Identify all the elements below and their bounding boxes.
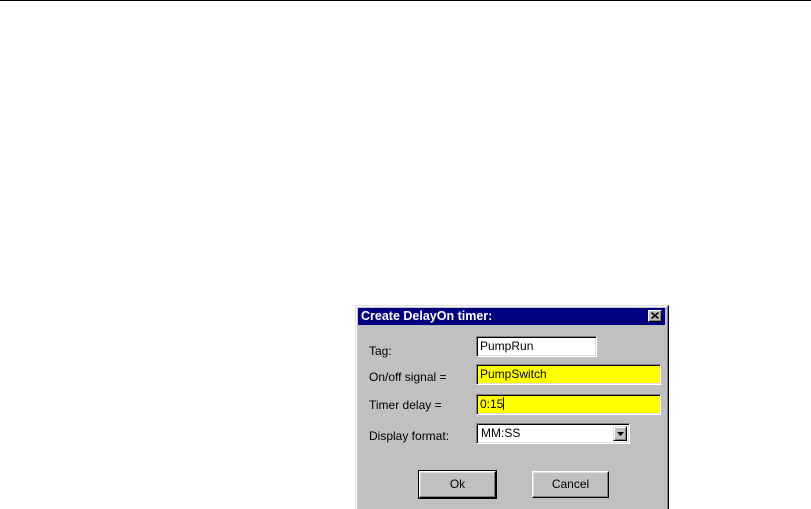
timer-delay-input[interactable]: 0:15 — [476, 394, 661, 415]
close-icon — [651, 312, 659, 319]
onoff-signal-input-value: PumpSwitch — [480, 367, 547, 381]
display-format-label: Display format: — [369, 429, 450, 443]
close-button[interactable] — [648, 310, 662, 322]
top-divider — [0, 0, 811, 1]
display-format-value: MM:SS — [481, 426, 521, 440]
timer-delay-input-value: 0:15 — [480, 397, 504, 411]
display-format-dropdown-button[interactable] — [613, 426, 627, 441]
chevron-down-icon — [617, 432, 624, 436]
cancel-button[interactable]: Cancel — [532, 471, 609, 498]
dialog-title: Create DelayOn timer: — [361, 309, 493, 323]
ok-button[interactable]: Ok — [418, 470, 497, 499]
text-caret — [503, 397, 505, 410]
display-format-select[interactable]: MM:SS — [476, 423, 630, 444]
onoff-signal-input[interactable]: PumpSwitch — [476, 364, 661, 385]
dialog-titlebar[interactable]: Create DelayOn timer: — [358, 308, 665, 325]
tag-input[interactable]: PumpRun — [476, 336, 597, 357]
tag-label: Tag: — [369, 344, 392, 358]
tag-input-value: PumpRun — [480, 339, 534, 353]
create-delayon-timer-dialog: Create DelayOn timer: Tag: PumpRun On/of… — [355, 305, 669, 509]
page: Create DelayOn timer: Tag: PumpRun On/of… — [0, 0, 811, 509]
onoff-signal-label: On/off signal = — [369, 370, 447, 384]
timer-delay-label: Timer delay = — [369, 398, 442, 412]
